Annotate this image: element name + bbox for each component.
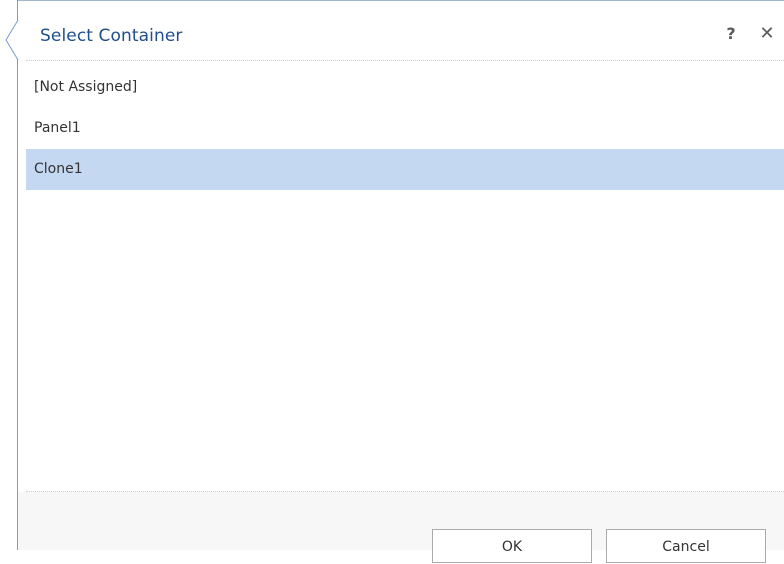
select-container-dialog: Select Container ? ✕ [Not Assigned] Pane… [0,0,784,563]
cancel-button[interactable]: Cancel [606,529,766,563]
title-separator [26,60,784,61]
dialog-left-border [17,0,18,550]
list-item-not-assigned[interactable]: [Not Assigned] [26,67,784,108]
footer-separator [26,491,784,492]
container-list[interactable]: [Not Assigned] Panel1 Clone1 [26,67,784,477]
help-button[interactable]: ? [720,23,742,45]
title-bar: Select Container ? ✕ [18,1,784,60]
list-item-clone1[interactable]: Clone1 [26,149,784,190]
ok-button[interactable]: OK [432,529,592,563]
close-button[interactable]: ✕ [756,23,778,45]
list-item-panel1[interactable]: Panel1 [26,108,784,149]
dialog-title: Select Container [40,26,183,46]
